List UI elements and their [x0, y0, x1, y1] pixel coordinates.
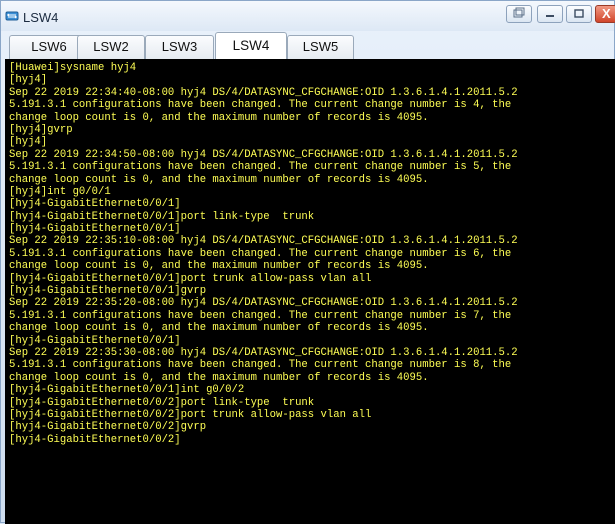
terminal-line: [Huawei]sysname hyj4: [9, 62, 137, 74]
terminal-line: Sep 22 2019 22:34:50-08:00 hyj4 DS/4/DAT…: [9, 148, 518, 161]
device-tab-bar: LSW6 LSW2 LSW3 LSW5 LSW4: [5, 31, 615, 59]
terminal-line: change loop count is 0, and the maximum …: [9, 371, 429, 384]
terminal-line: [hyj4-GigabitEthernet0/0/1]: [9, 334, 181, 347]
minimize-button[interactable]: [537, 5, 563, 23]
terminal-line: 5.191.3.1 configurations have been chang…: [9, 309, 512, 322]
terminal-line: Sep 22 2019 22:35:30-08:00 hyj4 DS/4/DAT…: [9, 346, 518, 359]
terminal-output: [Huawei]sysname hyj4 [hyj4] Sep 22 2019 22…: [9, 62, 518, 446]
terminal-line: change loop count is 0, and the maximum …: [9, 111, 429, 124]
tab-lsw5[interactable]: LSW5: [287, 35, 354, 59]
close-icon: X: [602, 6, 611, 21]
tab-lsw3[interactable]: LSW3: [145, 35, 214, 59]
restore-button[interactable]: [506, 5, 532, 23]
tab-label: LSW3: [161, 39, 198, 54]
tab-label: LSW4: [232, 38, 270, 53]
switch-app-icon: [5, 11, 19, 21]
tab-label: LSW6: [31, 39, 67, 54]
terminal-line: [hyj4-GigabitEthernet0/0/1]int g0/0/2: [9, 384, 245, 397]
terminal-line: change loop count is 0, and the maximum …: [9, 322, 429, 335]
terminal-line: change loop count is 0, and the maximum …: [9, 173, 429, 186]
minimize-icon: [546, 15, 554, 17]
tab-lsw2[interactable]: LSW2: [77, 35, 145, 59]
terminal-line: [hyj4-GigabitEthernet0/0/2]port link-typ…: [9, 396, 315, 409]
maximize-button[interactable]: [566, 5, 592, 23]
maximize-icon: [574, 9, 584, 18]
terminal-line: 5.191.3.1 configurations have been chang…: [9, 99, 512, 112]
terminal-line: [hyj4-GigabitEthernet0/0/1]: [9, 198, 181, 211]
terminal-line: 5.191.3.1 configurations have been chang…: [9, 161, 512, 174]
terminal-line: [hyj4]: [9, 136, 48, 149]
window-title: LSW4: [23, 10, 59, 25]
terminal-line: [hyj4]: [9, 74, 48, 87]
terminal-line: [hyj4-GigabitEthernet0/0/2]gvrp: [9, 421, 207, 434]
terminal-line: [hyj4-GigabitEthernet0/0/1]port link-typ…: [9, 210, 315, 223]
terminal-line: 5.191.3.1 configurations have been chang…: [9, 359, 512, 372]
terminal-line: Sep 22 2019 22:34:40-08:00 hyj4 DS/4/DAT…: [9, 86, 518, 99]
restore-icon: [513, 7, 525, 18]
title-bar[interactable]: LSW4 X: [1, 1, 615, 31]
terminal-line: 5.191.3.1 configurations have been chang…: [9, 247, 512, 260]
tab-label: LSW2: [93, 39, 129, 54]
terminal-line: [hyj4-GigabitEthernet0/0/2]: [9, 433, 181, 446]
terminal-window: LSW4 X LSW6 LSW2 LSW3 LSW5 LSW4 [Huawei]…: [0, 0, 615, 524]
terminal-line: [hyj4]gvrp: [9, 123, 73, 136]
terminal-line: [hyj4]int g0/0/1: [9, 185, 111, 198]
terminal-console[interactable]: [Huawei]sysname hyj4 [hyj4] Sep 22 2019 22…: [5, 59, 615, 524]
terminal-line: [hyj4-GigabitEthernet0/0/1]gvrp: [9, 285, 207, 298]
tab-label: LSW5: [302, 39, 339, 54]
tab-lsw4[interactable]: LSW4: [215, 32, 287, 59]
close-button[interactable]: X: [595, 5, 615, 23]
terminal-line: Sep 22 2019 22:35:10-08:00 hyj4 DS/4/DAT…: [9, 235, 518, 248]
terminal-line: [hyj4-GigabitEthernet0/0/2]port trunk al…: [9, 408, 372, 421]
terminal-line: [hyj4-GigabitEthernet0/0/1]port trunk al…: [9, 272, 372, 285]
terminal-line: [hyj4-GigabitEthernet0/0/1]: [9, 223, 181, 236]
terminal-line: change loop count is 0, and the maximum …: [9, 260, 429, 273]
terminal-line: Sep 22 2019 22:35:20-08:00 hyj4 DS/4/DAT…: [9, 297, 518, 310]
